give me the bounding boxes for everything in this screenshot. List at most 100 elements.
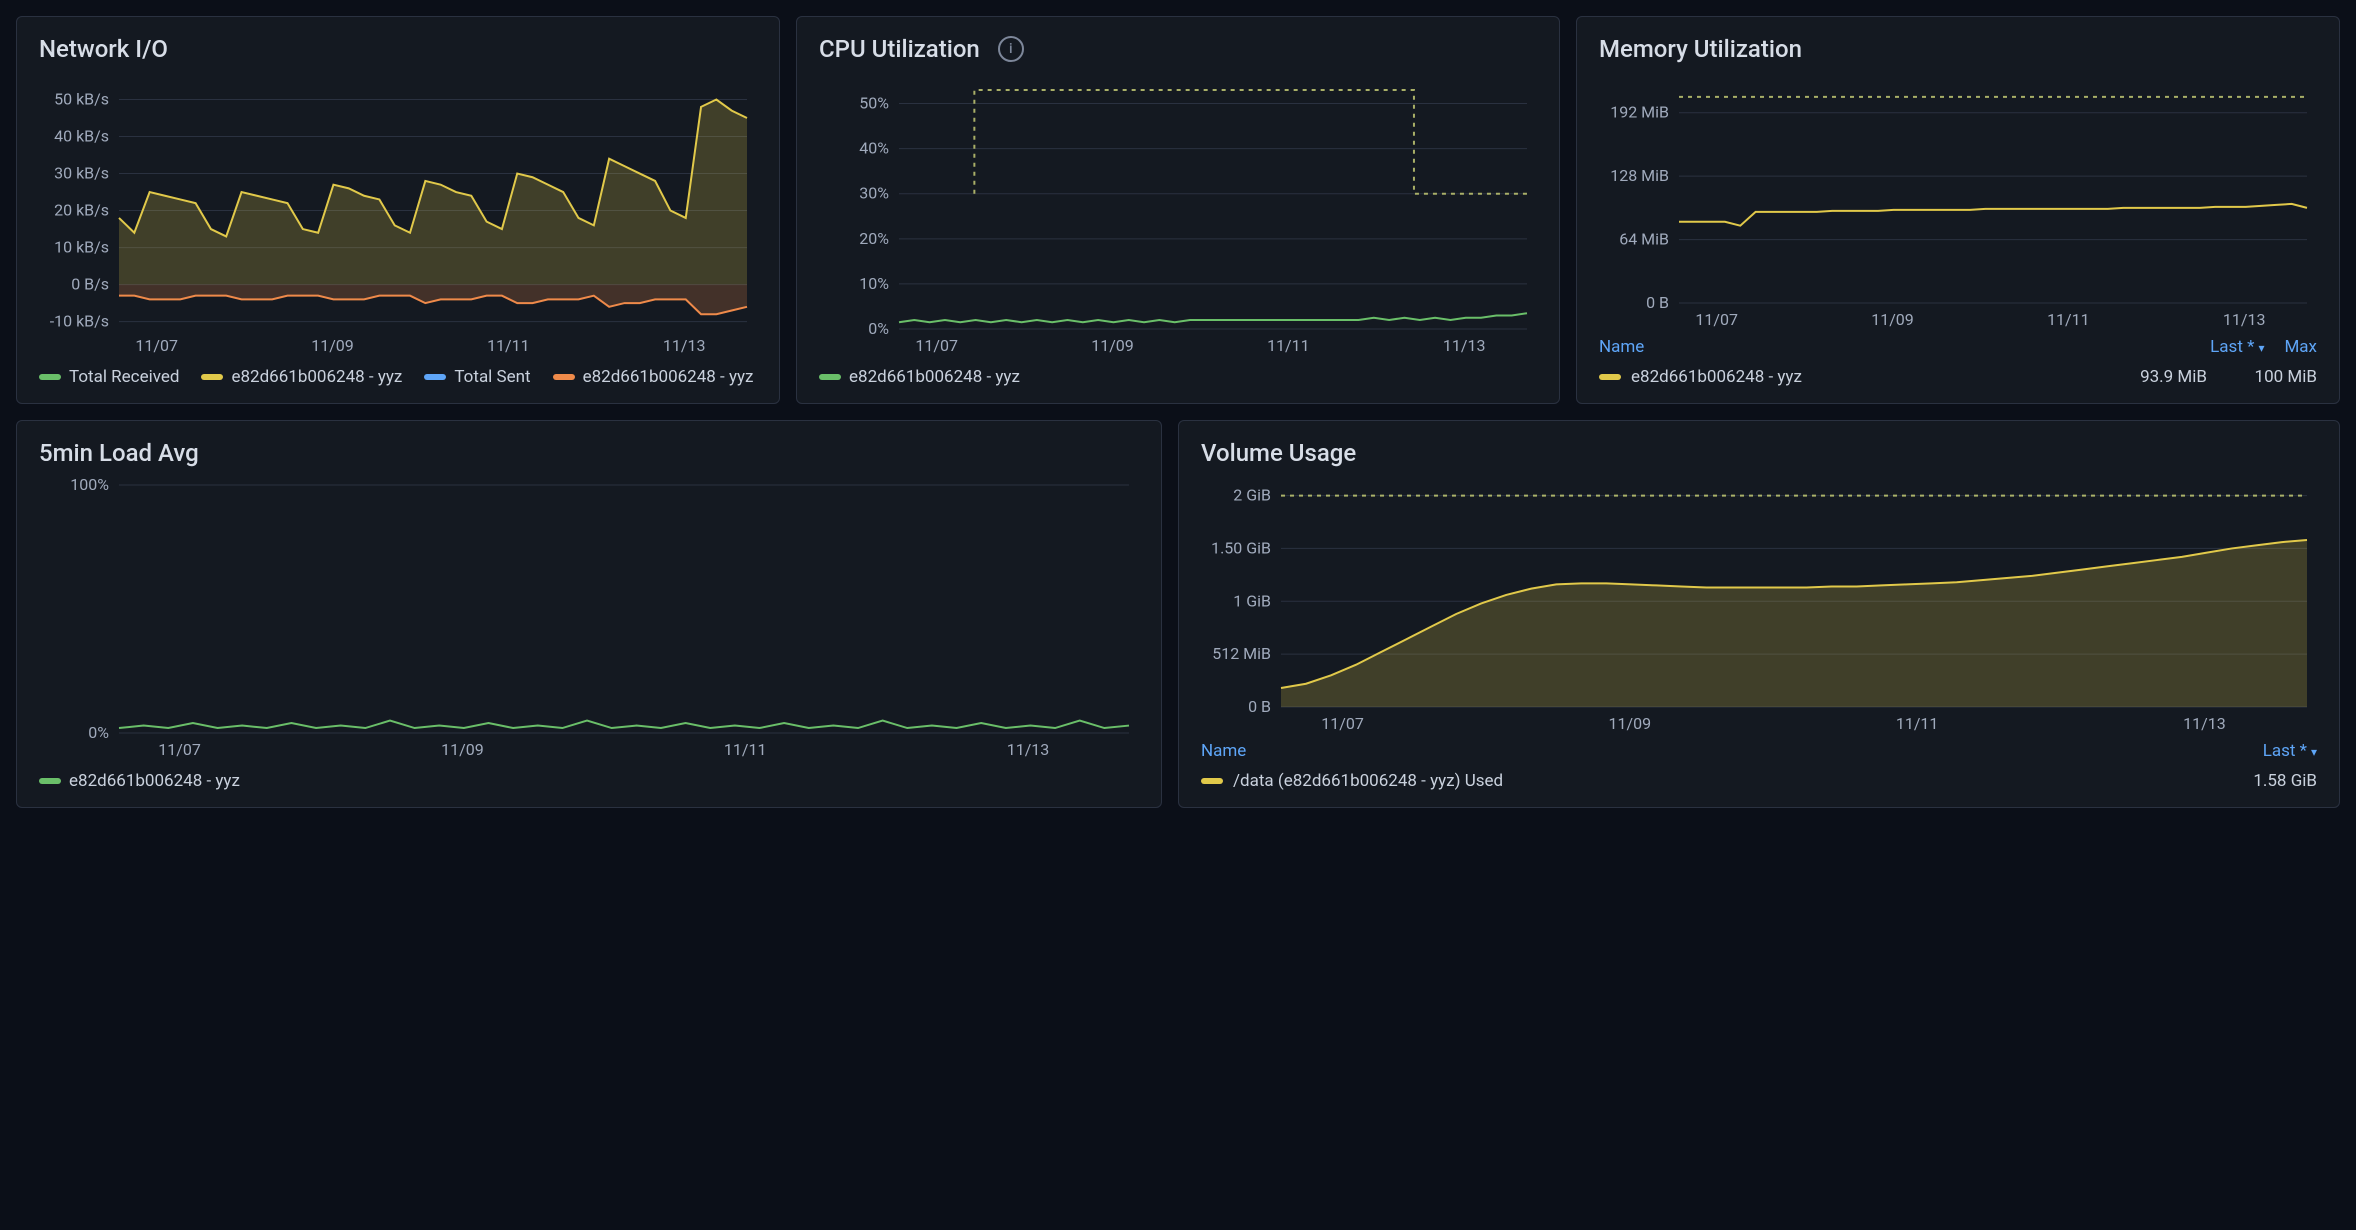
chart-memory[interactable]: 0 B64 MiB128 MiB192 MiB11/0711/0911/1111… (1599, 71, 2317, 331)
legend-label: e82d661b006248 - yyz (583, 367, 754, 387)
legend-network: Total Received e82d661b006248 - yyz Tota… (39, 367, 757, 387)
svg-text:11/11: 11/11 (1267, 336, 1310, 355)
svg-text:11/07: 11/07 (1695, 310, 1738, 329)
panel-cpu-utilization: CPU Utilization i 0% 10% 20% 30% 40% 50% 11/07… (796, 16, 1560, 404)
legend-label: e82d661b006248 - yyz (231, 367, 402, 387)
chart-cpu[interactable]: 0% 10% 20% 30% 40% 50% 11/07 11/09 11/11 11/13 (819, 71, 1537, 357)
svg-text:0%: 0% (88, 723, 109, 742)
svg-text:11/13: 11/13 (1443, 336, 1486, 355)
svg-text:11/13: 11/13 (663, 336, 706, 355)
legend-item-cpu-instance[interactable]: e82d661b006248 - yyz (819, 367, 1020, 387)
svg-text:11/09: 11/09 (1091, 336, 1134, 355)
legend-item-load-instance[interactable]: e82d661b006248 - yyz (39, 771, 240, 791)
panel-memory-utilization: Memory Utilization 0 B 64 MiB 128 MiB 192 M… (1576, 16, 2340, 404)
title-text: Memory Utilization (1599, 35, 1802, 63)
svg-text:100%: 100% (70, 475, 109, 494)
chart-load[interactable]: 0% 100% 11/07 11/09 11/11 11/13 (39, 475, 1139, 761)
column-header-name[interactable]: Name (1599, 337, 2190, 357)
chevron-down-icon: ▾ (2311, 745, 2317, 759)
chevron-down-icon: ▾ (2258, 341, 2264, 355)
legend-swatch (1599, 374, 1621, 380)
svg-text:40%: 40% (859, 139, 889, 158)
legend-load: e82d661b006248 - yyz (39, 771, 1139, 791)
panel-title-load[interactable]: 5min Load Avg (39, 439, 1139, 467)
legend-item-received-instance[interactable]: e82d661b006248 - yyz (201, 367, 402, 387)
svg-text:0 B: 0 B (1248, 697, 1271, 716)
title-text: 5min Load Avg (39, 439, 199, 467)
legend-swatch (819, 374, 841, 380)
legend-swatch (1201, 778, 1223, 784)
legend-item-total-received[interactable]: Total Received (39, 367, 179, 387)
svg-text:11/07: 11/07 (158, 740, 201, 759)
legend-label: Total Received (69, 367, 179, 387)
volume-table-header: Name Last *▾ (1201, 741, 2317, 761)
info-icon[interactable]: i (998, 36, 1024, 62)
svg-text:11/11: 11/11 (724, 740, 767, 759)
svg-text:11/09: 11/09 (1871, 310, 1914, 329)
svg-text:11/11: 11/11 (487, 336, 530, 355)
svg-text:11/07: 11/07 (915, 336, 958, 355)
panel-title-memory[interactable]: Memory Utilization (1599, 35, 2317, 63)
svg-text:10 kB/s: 10 kB/s (54, 238, 109, 257)
volume-table-row[interactable]: /data (e82d661b006248 - yyz) Used 1.58 G… (1201, 771, 2317, 791)
panel-title-cpu[interactable]: CPU Utilization i (819, 35, 1537, 63)
svg-text:512 MiB: 512 MiB (1212, 644, 1271, 663)
svg-text:20%: 20% (859, 229, 889, 248)
row-last-value: 93.9 MiB (2117, 367, 2207, 387)
row-name: /data (e82d661b006248 - yyz) Used (1233, 771, 1503, 791)
memory-table-row[interactable]: e82d661b006248 - yyz 93.9 MiB 100 MiB (1599, 367, 2317, 387)
svg-text:30 kB/s: 30 kB/s (54, 164, 109, 183)
legend-label: e82d661b006248 - yyz (849, 367, 1020, 387)
svg-text:10%: 10% (859, 274, 889, 293)
svg-text:11/11: 11/11 (1896, 714, 1939, 733)
memory-table-header: Name Last *▾ Max (1599, 337, 2317, 357)
svg-text:0%: 0% (868, 319, 889, 338)
panel-title-volume[interactable]: Volume Usage (1201, 439, 2317, 467)
legend-item-total-sent[interactable]: Total Sent (424, 367, 530, 387)
panel-network-io: Network I/O -10 kB/s 0 B/s 10 kB/s 20 kB/s 3… (16, 16, 780, 404)
panel-load-avg: 5min Load Avg 0% 100% 11/07 11/09 11/11 11/13… (16, 420, 1162, 808)
legend-label: Total Sent (454, 367, 530, 387)
svg-text:11/13: 11/13 (1007, 740, 1050, 759)
legend-label: e82d661b006248 - yyz (69, 771, 240, 791)
title-text: Network I/O (39, 35, 168, 63)
svg-text:11/09: 11/09 (311, 336, 354, 355)
svg-text:11/07: 11/07 (1321, 714, 1364, 733)
legend-swatch (201, 374, 223, 380)
svg-text:64 MiB: 64 MiB (1619, 230, 1669, 249)
svg-text:50 kB/s: 50 kB/s (54, 90, 109, 109)
legend-cpu: e82d661b006248 - yyz (819, 367, 1537, 387)
svg-text:30%: 30% (859, 184, 889, 203)
panel-volume-usage: Volume Usage 0 B512 MiB1 GiB1.50 GiB2 Gi… (1178, 420, 2340, 808)
panel-title-network[interactable]: Network I/O (39, 35, 757, 63)
legend-swatch (553, 374, 575, 380)
legend-swatch (424, 374, 446, 380)
svg-text:11/07: 11/07 (135, 336, 178, 355)
svg-text:1.50 GiB: 1.50 GiB (1211, 538, 1271, 557)
svg-text:-10 kB/s: -10 kB/s (50, 312, 109, 331)
row-max-value: 100 MiB (2227, 367, 2317, 387)
row-name: e82d661b006248 - yyz (1631, 367, 1802, 387)
chart-volume[interactable]: 0 B512 MiB1 GiB1.50 GiB2 GiB11/0711/0911… (1201, 475, 2317, 735)
legend-swatch (39, 374, 61, 380)
column-header-last[interactable]: Last *▾ (2210, 337, 2264, 357)
svg-text:20 kB/s: 20 kB/s (54, 201, 109, 220)
title-text: CPU Utilization (819, 35, 980, 63)
svg-text:0 B: 0 B (1646, 293, 1669, 312)
svg-text:50%: 50% (859, 94, 889, 113)
svg-text:11/09: 11/09 (441, 740, 484, 759)
svg-text:11/13: 11/13 (2183, 714, 2226, 733)
title-text: Volume Usage (1201, 439, 1356, 467)
legend-swatch (39, 778, 61, 784)
svg-text:11/09: 11/09 (1609, 714, 1652, 733)
svg-text:192 MiB: 192 MiB (1610, 103, 1669, 122)
legend-item-sent-instance[interactable]: e82d661b006248 - yyz (553, 367, 754, 387)
svg-text:0 B/s: 0 B/s (71, 275, 109, 294)
column-header-max[interactable]: Max (2284, 337, 2317, 357)
svg-text:128 MiB: 128 MiB (1610, 166, 1669, 185)
svg-text:11/13: 11/13 (2223, 310, 2266, 329)
column-header-last[interactable]: Last *▾ (2263, 741, 2317, 761)
column-header-name[interactable]: Name (1201, 741, 2243, 761)
chart-network[interactable]: -10 kB/s 0 B/s 10 kB/s 20 kB/s 30 kB/s 40 kB/… (39, 71, 757, 357)
svg-text:40 kB/s: 40 kB/s (54, 127, 109, 146)
